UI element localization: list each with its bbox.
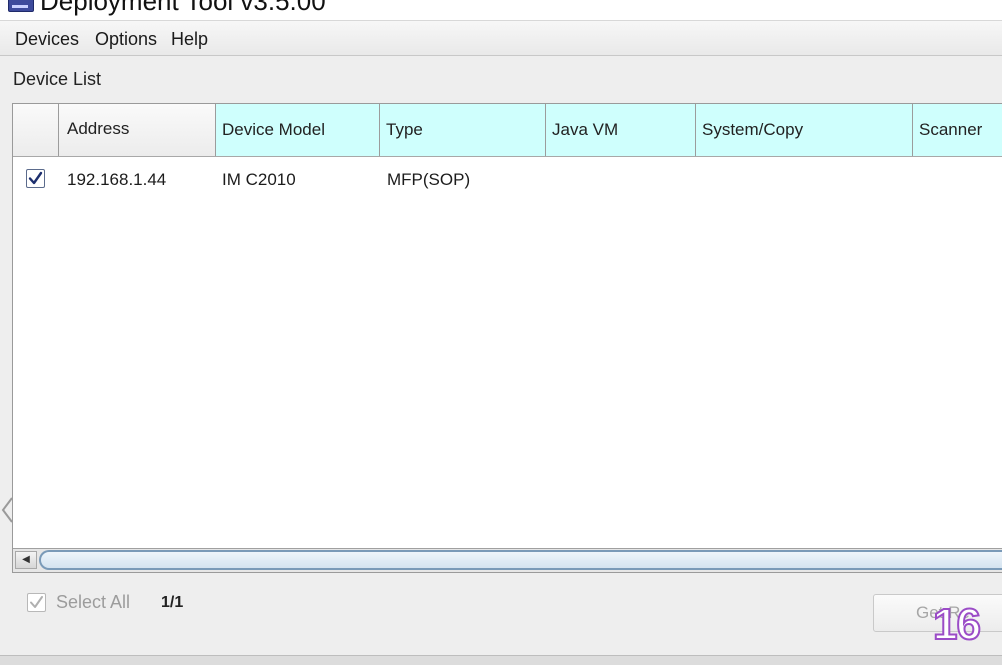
column-header-device-model[interactable]: Device Model <box>216 104 380 156</box>
window-title: Deployment Tool v3.5.00 <box>40 0 326 16</box>
column-header-select[interactable] <box>13 104 59 156</box>
table-row[interactable]: 192.168.1.44 IM C2010 MFP(SOP) <box>13 157 1002 201</box>
column-header-address[interactable]: Address <box>59 104 216 156</box>
cell-address: 192.168.1.44 <box>67 170 167 189</box>
column-header-system-copy[interactable]: System/Copy <box>696 104 913 156</box>
cell-type: MFP(SOP) <box>387 170 471 189</box>
device-table: Address Device Model Type Java VM System… <box>12 103 1002 573</box>
chevron-left-icon[interactable] <box>0 496 14 524</box>
menu-bar: Devices Options Help <box>0 20 1002 56</box>
table-header: Address Device Model Type Java VM System… <box>13 104 1002 157</box>
page-count: 1/1 <box>161 594 184 611</box>
checkmark-icon <box>28 171 43 185</box>
scroll-left-button[interactable]: ◀ <box>15 551 37 569</box>
row-checkbox[interactable] <box>26 169 45 188</box>
cell-device-model: IM C2010 <box>222 170 296 189</box>
column-header-type[interactable]: Type <box>380 104 546 156</box>
select-all-label: Select All <box>56 592 131 612</box>
scroll-thumb[interactable] <box>39 550 1002 570</box>
menu-help[interactable]: Help <box>171 29 208 50</box>
app-icon <box>8 0 34 12</box>
status-strip <box>0 655 1002 665</box>
checkmark-icon <box>30 596 43 608</box>
column-header-java-vm[interactable]: Java VM <box>546 104 696 156</box>
device-list-label: Device List <box>13 69 102 89</box>
horizontal-scrollbar[interactable]: ◀ <box>13 548 1002 572</box>
overlay-number-badge: 16 <box>932 599 982 650</box>
column-header-scanner[interactable]: Scanner <box>913 104 1002 156</box>
menu-options[interactable]: Options <box>95 29 157 50</box>
title-bar: Deployment Tool v3.5.00 <box>0 0 1002 20</box>
menu-devices[interactable]: Devices <box>15 29 79 50</box>
select-all-checkbox[interactable] <box>27 593 46 612</box>
